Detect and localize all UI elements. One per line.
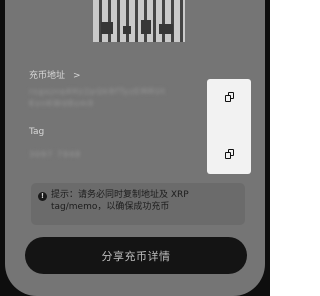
info-icon: ! bbox=[38, 192, 47, 201]
copy-panel bbox=[207, 79, 251, 174]
screen: 充币地址 > rsgxjnq4Hz2pQk8fTyzEMRUt KvnKWd8sm… bbox=[5, 0, 265, 296]
qr-code bbox=[93, 0, 185, 42]
share-details-button[interactable]: 分享充币详情 bbox=[25, 237, 247, 274]
address-label: 充币地址 > bbox=[29, 68, 81, 81]
address-label-text: 充币地址 bbox=[29, 71, 66, 81]
chevron-right-icon: > bbox=[73, 71, 81, 81]
tag-value: 3097 7948 bbox=[29, 150, 82, 159]
notice-text: 提示：请务必同时复制地址及 XRP tag/memo，以确保成功充币 bbox=[51, 190, 189, 212]
copy-address-icon[interactable] bbox=[225, 92, 234, 102]
phone-frame: 充币地址 > rsgxjnq4Hz2pQk8fTyzEMRUt KvnKWd8sm… bbox=[0, 0, 270, 296]
tag-label: Tag bbox=[29, 127, 45, 137]
copy-tag-icon[interactable] bbox=[225, 149, 234, 159]
address-value-line1: rsgxjnq4Hz2pQk8fTyzEMRUt bbox=[29, 87, 167, 96]
notice-box: ! 提示：请务必同时复制地址及 XRP tag/memo，以确保成功充币 bbox=[31, 183, 245, 225]
address-value-line2: KvnKWd8sm9 bbox=[29, 99, 95, 108]
